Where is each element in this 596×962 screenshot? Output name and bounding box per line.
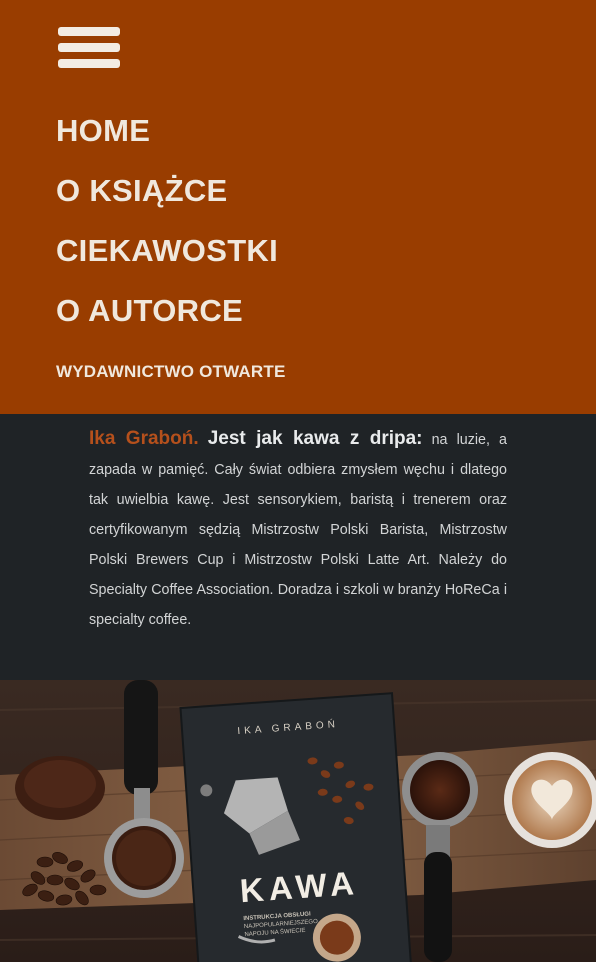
author-name: Ika Graboń. bbox=[89, 428, 199, 449]
hamburger-icon[interactable] bbox=[58, 27, 120, 68]
coffee-book-photo: IKA GRABOŃ KAWA INSTRUKCJA OBSŁUGI NAJPO… bbox=[0, 680, 596, 962]
hamburger-bar bbox=[58, 59, 120, 68]
publisher-link[interactable]: WYDAWNICTWO OTWARTE bbox=[56, 361, 286, 383]
nav-item-o-autorce[interactable]: O AUTORCE bbox=[56, 293, 243, 329]
bio-text: na luzie, a zapada w pamięć. Cały świat … bbox=[89, 432, 507, 628]
nav-item-home[interactable]: HOME bbox=[56, 113, 150, 149]
hamburger-bar bbox=[58, 43, 120, 52]
nav-item-ciekawostki[interactable]: CIEKAWOSTKI bbox=[56, 233, 278, 269]
nav-item-o-ksiazce[interactable]: O KSIĄŻCE bbox=[56, 173, 228, 209]
kawa-book: IKA GRABOŃ KAWA INSTRUKCJA OBSŁUGI NAJPO… bbox=[179, 692, 414, 962]
right-portafilter-handle bbox=[424, 852, 452, 962]
left-portafilter-handle bbox=[124, 680, 158, 795]
author-bio: Ika Graboń. Jest jak kawa z dripa: na lu… bbox=[89, 424, 507, 635]
navigation-menu: HOME O KSIĄŻCE CIEKAWOSTKI O AUTORCE WYD… bbox=[0, 0, 596, 414]
hamburger-bar bbox=[58, 27, 120, 36]
bio-lead: Jest jak kawa z dripa: bbox=[207, 428, 423, 449]
